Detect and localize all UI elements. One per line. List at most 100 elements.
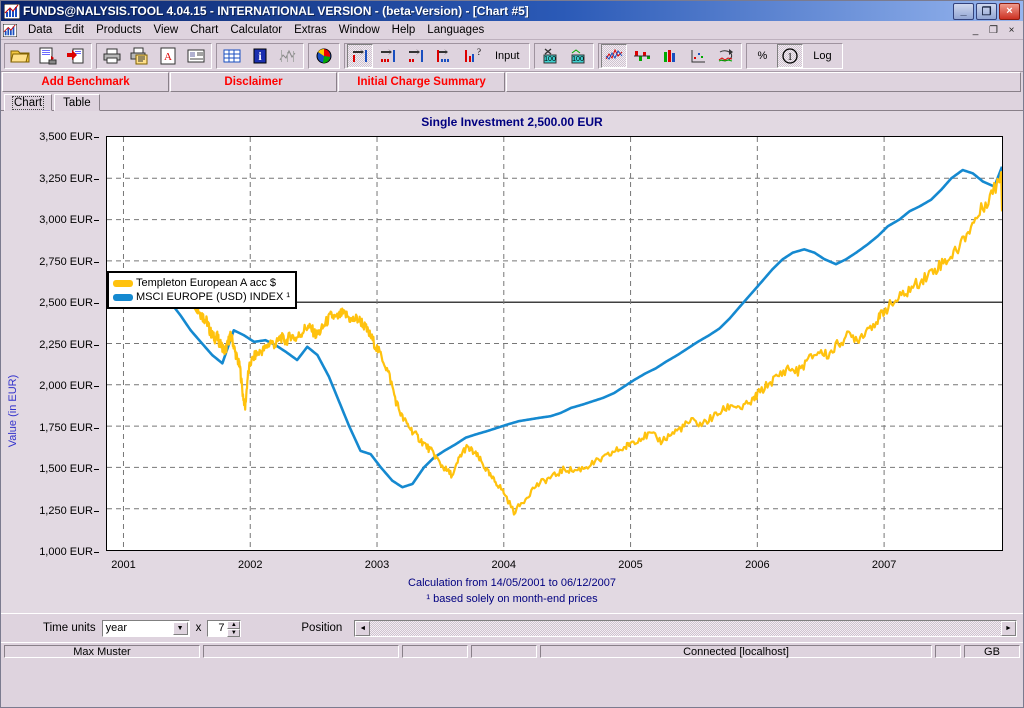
bar-chart-negative-icon[interactable] xyxy=(629,43,656,68)
pie-chart-icon[interactable] xyxy=(311,43,337,68)
close-button[interactable]: × xyxy=(999,2,1020,20)
menu-item-data[interactable]: Data xyxy=(22,23,58,37)
calculation-period-note: Calculation from 14/05/2001 to 06/12/200… xyxy=(408,577,616,589)
menu-item-chart[interactable]: Chart xyxy=(184,23,224,37)
menu-item-calculator[interactable]: Calculator xyxy=(224,23,288,37)
currency-button[interactable]: 1 xyxy=(777,43,804,68)
scrollbar-track[interactable] xyxy=(370,621,1001,636)
stepper-down-icon[interactable]: ▼ xyxy=(227,628,241,637)
y-axis-tick-label: 2,000 EUR xyxy=(39,380,93,392)
title-bar: FUNDS@NALYSIS.TOOL 4.04.15 - INTERNATION… xyxy=(1,1,1023,21)
rolling-chart-icon[interactable] xyxy=(713,43,740,68)
time-units-select[interactable]: year ▼ xyxy=(101,619,190,637)
line-chart-icon[interactable] xyxy=(601,43,628,68)
calculator-icon[interactable]: 100 xyxy=(565,43,592,68)
pdf-export-icon[interactable]: A xyxy=(155,43,181,68)
print-preview-icon[interactable] xyxy=(127,43,153,68)
multiplier-stepper[interactable]: 7 ▲ ▼ xyxy=(207,619,242,637)
maximize-button[interactable]: ❐ xyxy=(976,2,997,20)
initial-charge-summary-button[interactable]: Initial Charge Summary xyxy=(338,72,505,92)
application-window: FUNDS@NALYSIS.TOOL 4.04.15 - INTERNATION… xyxy=(0,0,1024,708)
chevron-down-icon[interactable]: ▼ xyxy=(172,621,188,635)
y-axis-tick-mark xyxy=(94,137,99,138)
toolbar-group-calculation: ? Input xyxy=(344,42,531,69)
info-icon[interactable]: i xyxy=(247,43,273,68)
mdi-close-button[interactable]: × xyxy=(1003,22,1020,38)
svg-text:100: 100 xyxy=(573,56,585,63)
y-axis-tick-mark xyxy=(94,303,99,304)
svg-text:A: A xyxy=(164,51,172,63)
legend-swatch-benchmark xyxy=(113,293,133,301)
scroll-left-icon[interactable]: ◄ xyxy=(355,620,371,636)
log-scale-button[interactable]: Log xyxy=(805,43,840,68)
add-benchmark-button[interactable]: Add Benchmark xyxy=(2,72,169,92)
tab-bar: Chart Table xyxy=(1,92,1023,111)
action-bar-filler xyxy=(506,72,1021,92)
stepper-up-icon[interactable]: ▲ xyxy=(227,620,241,629)
scatter-chart-icon[interactable] xyxy=(685,43,712,68)
menu-item-window[interactable]: Window xyxy=(333,23,386,37)
chart-pane: Single Investment 2,500.00 EUR Value (in… xyxy=(1,111,1023,613)
scroll-right-icon[interactable]: ► xyxy=(1001,620,1016,636)
column-chart-icon[interactable] xyxy=(657,43,684,68)
disclaimer-button[interactable]: Disclaimer xyxy=(170,72,337,92)
chart-plot-svg xyxy=(107,137,1002,550)
y-axis-tick-label: 3,250 EUR xyxy=(39,172,93,185)
report-icon[interactable] xyxy=(183,43,209,68)
minimize-button[interactable]: _ xyxy=(953,2,974,20)
toolbar-group-file xyxy=(4,42,92,69)
mdi-restore-button[interactable]: ❐ xyxy=(985,22,1002,38)
y-axis-tick-mark xyxy=(94,510,99,512)
open-folder-icon[interactable] xyxy=(7,43,33,68)
y-axis-tick-label: 2,250 EUR xyxy=(39,338,93,351)
menu-item-products[interactable]: Products xyxy=(90,23,147,37)
mdi-child-icon xyxy=(3,23,17,37)
percent-button[interactable]: % xyxy=(749,43,776,68)
mdi-minimize-button[interactable]: _ xyxy=(967,22,984,38)
single-investment-icon[interactable] xyxy=(347,43,373,68)
export-document-icon[interactable] xyxy=(63,43,89,68)
y-axis-tick-label: 3,000 EUR xyxy=(39,214,93,226)
print-icon[interactable] xyxy=(99,43,125,68)
y-axis-tick-mark xyxy=(94,469,99,470)
multiplier-value: 7 xyxy=(218,622,225,634)
menu-item-edit[interactable]: Edit xyxy=(58,23,90,37)
toolbar-group-pie xyxy=(308,42,340,69)
menu-item-help[interactable]: Help xyxy=(386,23,422,37)
status-locale: GB xyxy=(964,645,1020,658)
withdrawal-plan-icon[interactable] xyxy=(403,43,429,68)
position-scrollbar[interactable]: ◄ ► xyxy=(354,619,1017,637)
stepper-buttons: ▲ ▼ xyxy=(227,620,241,637)
savings-plan-icon[interactable] xyxy=(375,43,401,68)
plot-area[interactable] xyxy=(106,136,1003,551)
tab-chart[interactable]: Chart xyxy=(4,94,53,111)
x-axis-tick-label: 2006 xyxy=(745,559,770,571)
mdi-window-buttons: _ ❐ × xyxy=(967,22,1023,38)
table-grid-icon[interactable] xyxy=(219,43,245,68)
what-if-icon[interactable]: ? xyxy=(459,43,485,68)
y-axis-tick-label: 1,000 EUR xyxy=(39,546,93,558)
status-field-6 xyxy=(935,645,961,658)
chart-controls: Time units year ▼ x 7 ▲ ▼ Position ◄ ► xyxy=(1,613,1023,642)
input-button[interactable]: Input xyxy=(487,43,528,68)
menu-item-languages[interactable]: Languages xyxy=(421,23,490,37)
y-axis-tick-label: 2,500 EUR xyxy=(39,297,93,309)
menu-item-extras[interactable]: Extras xyxy=(288,23,333,37)
statistics-icon[interactable] xyxy=(275,43,301,68)
position-label: Position xyxy=(301,622,343,634)
x-axis-tick-label: 2004 xyxy=(491,559,517,571)
status-user: Max Muster xyxy=(4,645,200,658)
y-axis-tick-mark xyxy=(94,220,99,221)
menu-item-view[interactable]: View xyxy=(148,23,185,37)
combined-plan-icon[interactable] xyxy=(431,43,457,68)
y-axis-tick-mark xyxy=(94,552,99,553)
y-axis-tick-label: 2,750 EUR xyxy=(39,255,93,268)
status-field-3 xyxy=(402,645,468,658)
window-title: FUNDS@NALYSIS.TOOL 4.04.15 - INTERNATION… xyxy=(23,4,529,18)
tab-table[interactable]: Table xyxy=(54,94,100,111)
action-button-bar: Add Benchmark Disclaimer Initial Charge … xyxy=(1,72,1023,92)
save-document-icon[interactable] xyxy=(35,43,61,68)
tab-table-label: Table xyxy=(63,96,91,109)
calculator-scissors-icon[interactable]: 100 xyxy=(537,43,564,68)
x-axis-tick-label: 2001 xyxy=(111,559,136,571)
